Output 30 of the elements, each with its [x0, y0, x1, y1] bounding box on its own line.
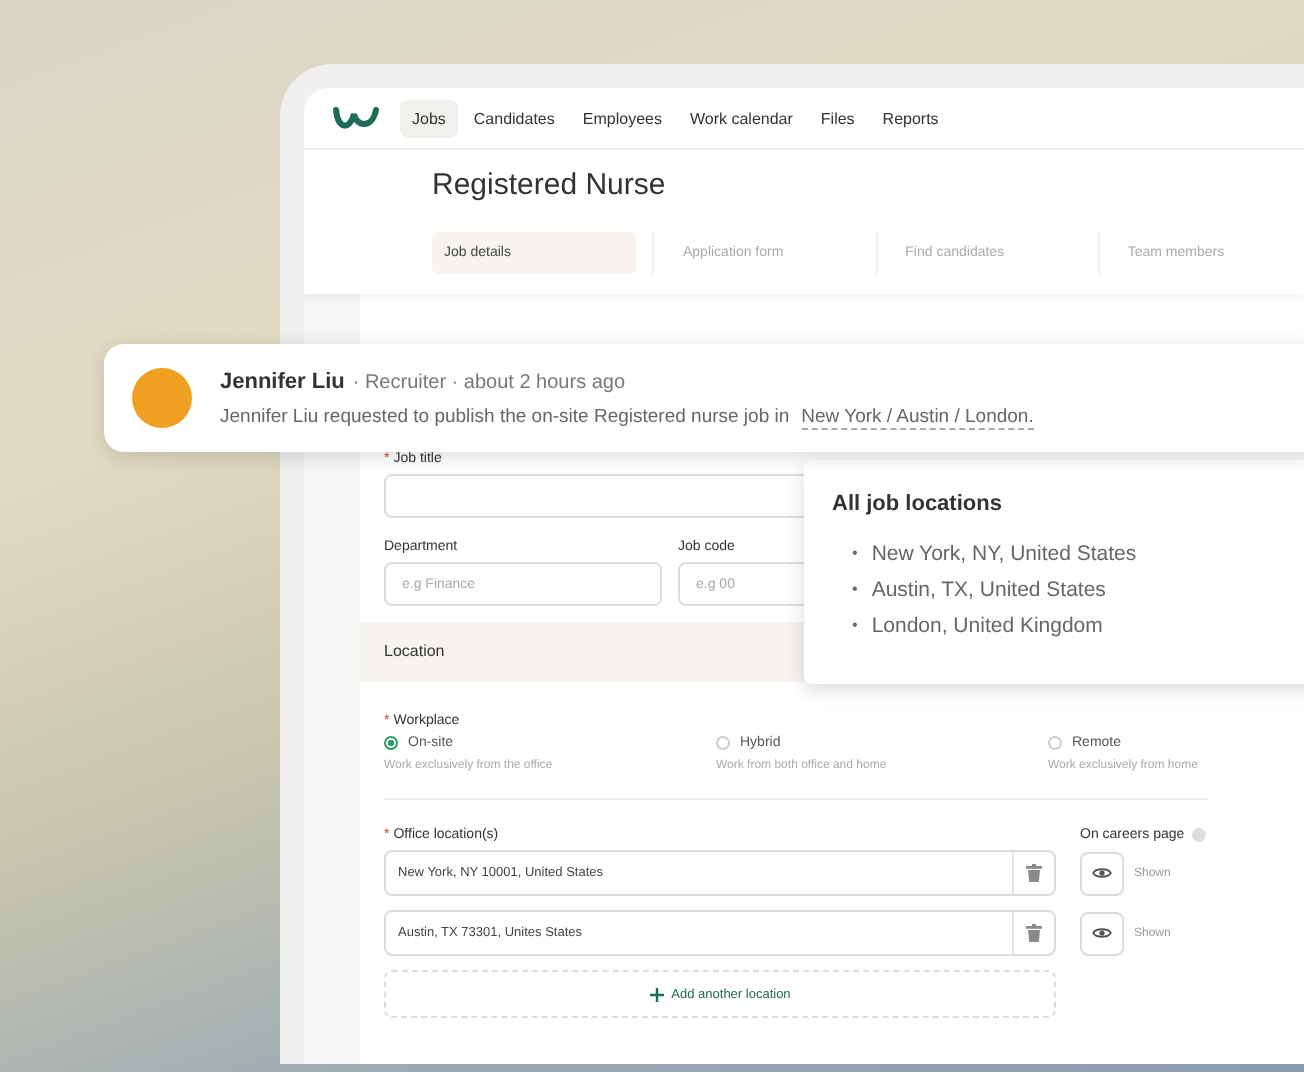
- user-name: Jennifer Liu: [220, 369, 345, 393]
- locations-link[interactable]: New York / Austin / London.: [801, 405, 1034, 429]
- radio-button[interactable]: [1048, 736, 1062, 750]
- help-icon: [1192, 828, 1207, 842]
- trash-icon: [1026, 864, 1042, 882]
- location-list-item: Austin, TX, United States: [871, 576, 1106, 606]
- bullet-mark: •: [852, 614, 858, 638]
- trash-icon: [1026, 924, 1042, 942]
- nav-tab[interactable]: Work calendar: [677, 99, 805, 137]
- nav-tab[interactable]: Reports: [870, 99, 951, 137]
- nav-tab[interactable]: Candidates: [461, 99, 567, 137]
- notification-meta: · Recruiter · about 2 hours ago: [352, 371, 626, 393]
- radio-button[interactable]: [384, 736, 398, 750]
- visibility-button[interactable]: [1080, 851, 1124, 895]
- eye-icon: [1092, 926, 1112, 940]
- nav-tab[interactable]: Files: [808, 99, 867, 137]
- visibility-button[interactable]: [1080, 911, 1124, 955]
- page-title: Registered Nurse: [432, 168, 668, 202]
- radio-button[interactable]: [716, 736, 730, 750]
- nav-tab[interactable]: Employees: [570, 99, 674, 137]
- notification-message: Jennifer Liu requested to publish the on-site Registered nurse job in: [220, 405, 790, 427]
- eye-icon: [1092, 866, 1112, 880]
- popover-title: All job locations: [832, 492, 1004, 516]
- bullet-mark: •: [852, 542, 858, 566]
- bullet-mark: •: [852, 578, 858, 602]
- logo-icon: [332, 104, 380, 132]
- location-list-item: New York, NY, United States: [871, 540, 1137, 570]
- nav-tab[interactable]: Jobs: [400, 99, 458, 137]
- avatar: [132, 368, 192, 428]
- plus-icon: [649, 987, 664, 1001]
